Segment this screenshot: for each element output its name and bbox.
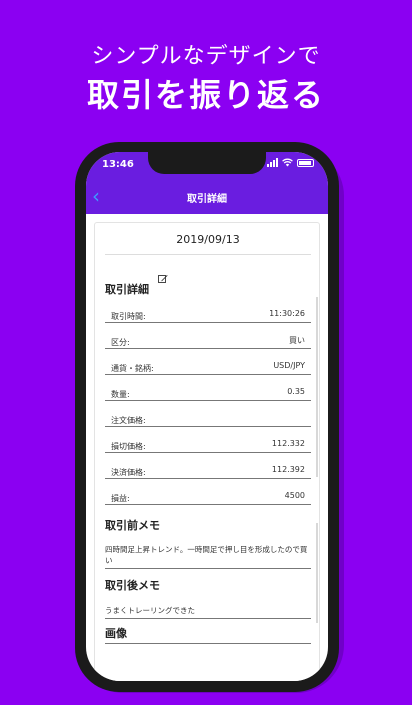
section-title-post-memo: 取引後メモ	[105, 579, 160, 592]
detail-row-side: 区分: 買い	[105, 333, 311, 349]
phone-frame: 13:46 ‹ 取引詳細 2019/09/13 取引詳細 取引時間: 11:30…	[75, 142, 339, 692]
signal-icon	[267, 158, 278, 167]
section-title-image: 画像	[105, 627, 127, 640]
promo-title: 取引を振り返る	[86, 76, 325, 114]
phone-notch	[148, 152, 266, 174]
nav-title: 取引詳細	[187, 194, 227, 205]
detail-row-quantity: 数量: 0.35	[105, 385, 311, 401]
nav-bar: ‹ 取引詳細	[86, 178, 328, 214]
scroll-indicator	[316, 297, 318, 477]
section-title-detail: 取引詳細	[105, 283, 149, 296]
detail-row-time: 取引時間: 11:30:26	[105, 307, 311, 323]
image-divider	[105, 643, 311, 644]
detail-row-stop-price: 損切価格: 112.332	[105, 437, 311, 453]
status-icons	[267, 158, 314, 167]
post-memo-text: うまくトレーリングできた	[105, 605, 311, 619]
row-value: 112.332	[271, 439, 305, 448]
detail-row-pnl: 損益: 4500	[105, 489, 311, 505]
row-label: 取引時間:	[111, 312, 146, 321]
pre-memo-text: 四時間足上昇トレンド。一時間足で押し目を形成したので買い	[105, 544, 311, 569]
phone-screen: 13:46 ‹ 取引詳細 2019/09/13 取引詳細 取引時間: 11:30…	[86, 152, 328, 681]
battery-icon	[297, 158, 314, 167]
row-value: 0.35	[287, 387, 305, 396]
row-label: 決済価格:	[111, 468, 146, 477]
row-label: 損切価格:	[111, 442, 146, 451]
section-title-pre-memo: 取引前メモ	[105, 519, 160, 532]
detail-row-order-price: 注文価格:	[105, 411, 311, 427]
trade-detail-card: 2019/09/13 取引詳細 取引時間: 11:30:26 区分: 買い 通貨…	[94, 222, 320, 681]
row-value: 買い	[289, 336, 305, 345]
row-label: 注文価格:	[111, 416, 146, 425]
wifi-icon	[282, 158, 293, 167]
scroll-indicator	[316, 523, 318, 623]
row-value: 112.392	[271, 465, 305, 474]
row-label: 数量:	[111, 390, 130, 399]
trade-date: 2019/09/13	[176, 233, 240, 246]
status-time: 13:46	[102, 159, 134, 170]
edit-icon[interactable]	[158, 274, 168, 284]
detail-row-symbol: 通貨・銘柄: USD/JPY	[105, 359, 311, 375]
row-label: 損益:	[111, 494, 130, 503]
row-value: 4500	[284, 491, 305, 500]
promo-subtitle: シンプルなデザインで	[91, 44, 321, 69]
row-label: 区分:	[111, 338, 130, 347]
detail-row-exit-price: 決済価格: 112.392	[105, 463, 311, 479]
divider	[105, 254, 311, 255]
row-label: 通貨・銘柄:	[111, 364, 154, 373]
row-value: USD/JPY	[273, 361, 305, 370]
row-value: 11:30:26	[269, 309, 305, 318]
